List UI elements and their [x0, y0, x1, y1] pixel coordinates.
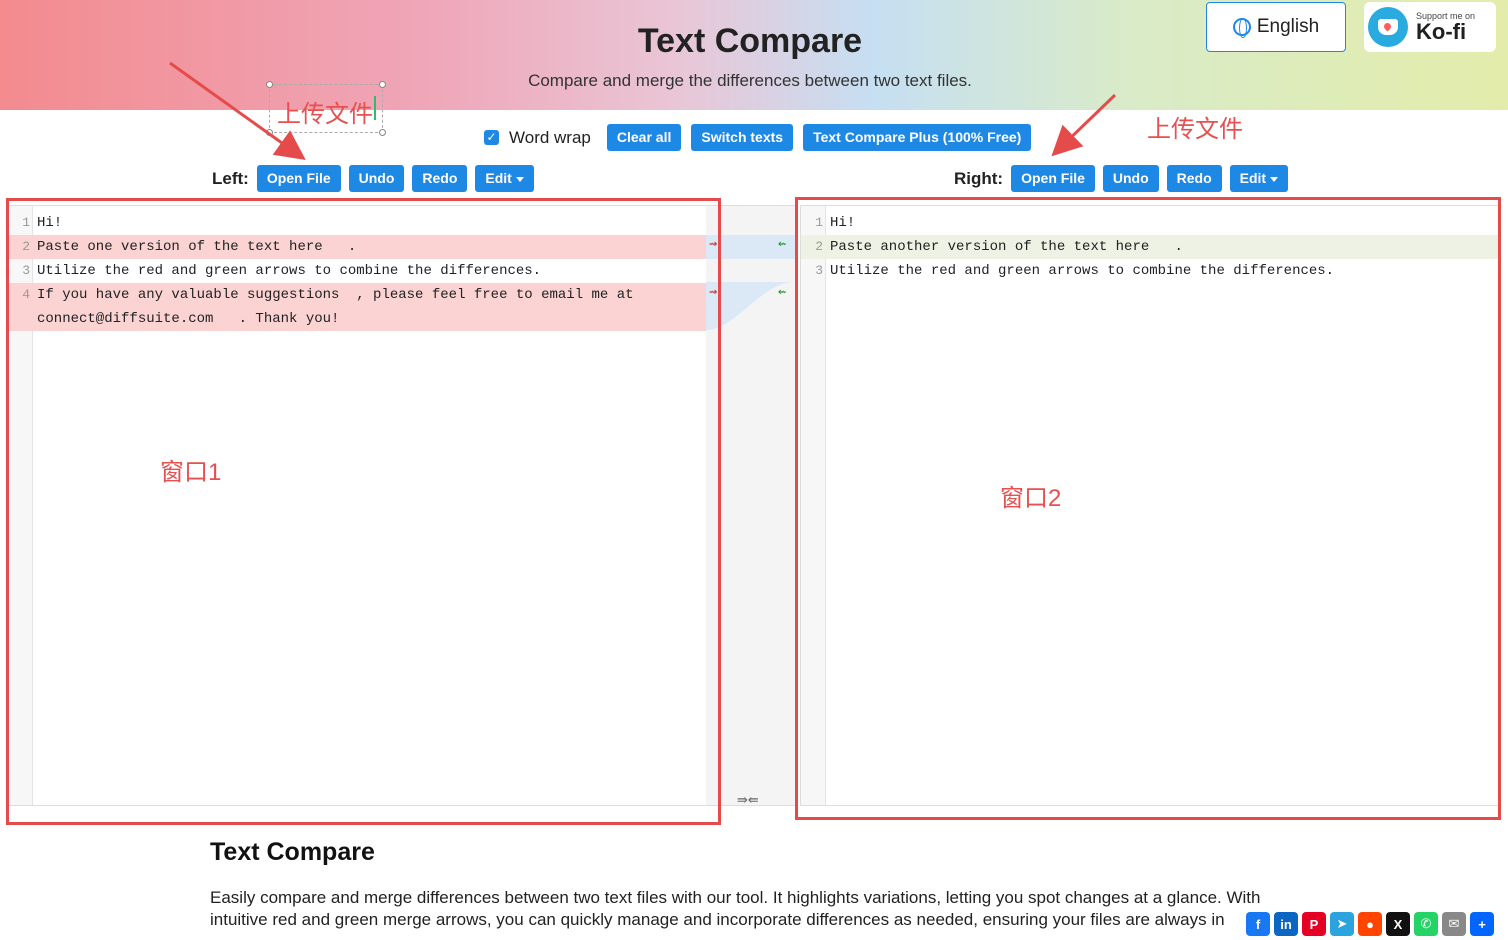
arrow-to-left-open-file — [169, 61, 306, 160]
telegram-icon[interactable]: ➤ — [1330, 912, 1354, 936]
pinterest-icon[interactable]: P — [1302, 912, 1326, 936]
footer-description: Easily compare and merge differences bet… — [210, 888, 1261, 929]
arrow-to-right-open-file — [1051, 93, 1117, 157]
facebook-icon[interactable]: f — [1246, 912, 1270, 936]
share-bar: f in P ➤ ● X ✆ ✉ + — [1246, 912, 1494, 936]
x-icon[interactable]: X — [1386, 912, 1410, 936]
footer-title: Text Compare — [210, 838, 375, 866]
share-more-icon[interactable]: + — [1470, 912, 1494, 936]
linkedin-icon[interactable]: in — [1274, 912, 1298, 936]
whatsapp-icon[interactable]: ✆ — [1414, 912, 1438, 936]
email-icon[interactable]: ✉ — [1442, 912, 1466, 936]
reddit-icon[interactable]: ● — [1358, 912, 1382, 936]
annotation-arrows — [169, 61, 1117, 160]
